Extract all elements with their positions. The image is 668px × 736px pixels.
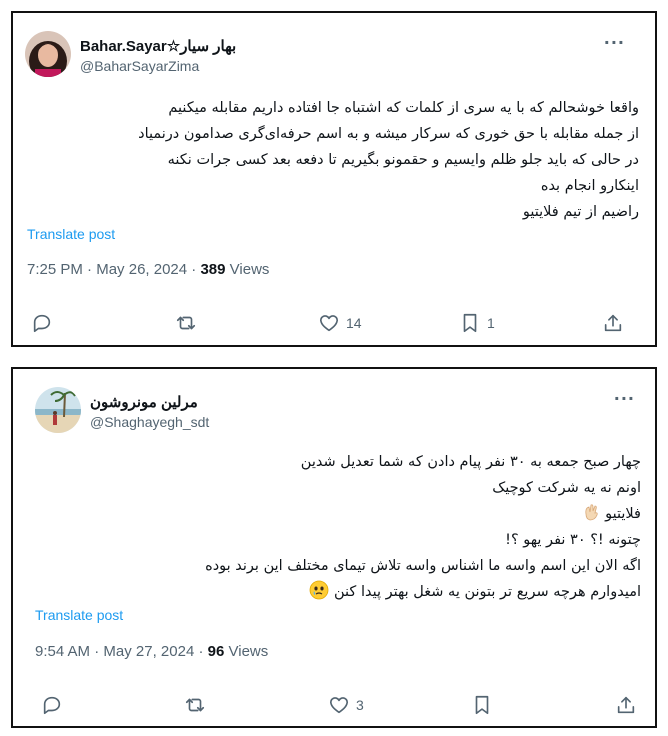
share-upload-icon	[617, 696, 635, 714]
tweet-line: از جمله مقابله با حق خوری که سرکار میشه …	[138, 126, 639, 142]
tweet-header: Bahar.Sayar☆بهار سیار @BaharSayarZima ··…	[25, 31, 643, 83]
post-meta: 7:25 PM · May 26, 2024 · 389 Views	[27, 261, 270, 278]
tweet-line: اگه الان این اسم واسه ما اشناس واسه تلاش…	[205, 558, 641, 574]
tweet-line: امیدوارم هرچه سریع تر بتونن یه شغل بهتر …	[25, 579, 641, 605]
views-count: 96	[207, 643, 225, 660]
tweet-line: فلایتیو	[25, 501, 641, 527]
repost-arrows-icon	[176, 316, 196, 330]
repost-button[interactable]	[184, 689, 206, 721]
translate-post-link[interactable]: Translate post	[35, 607, 123, 623]
tweet-header: مرلین مونروشون @Shaghayegh_sdt ···	[35, 387, 643, 439]
share-button[interactable]	[615, 689, 637, 721]
display-name[interactable]: Bahar.Sayar☆بهار سیار	[80, 37, 236, 55]
like-count: 3	[356, 697, 364, 713]
heart-icon	[329, 697, 349, 714]
tweet-line: چتونه !؟ ۳۰ نفر یهو ؟!	[505, 532, 641, 548]
post-date[interactable]: May 27, 2024	[103, 643, 194, 660]
reply-button[interactable]	[41, 689, 63, 721]
views-label: Views	[229, 261, 270, 278]
share-button[interactable]	[602, 307, 624, 339]
avatar[interactable]	[35, 387, 81, 433]
like-button[interactable]: 3	[328, 689, 364, 721]
user-handle[interactable]: @BaharSayarZima	[80, 58, 236, 74]
post-time[interactable]: 7:25 PM	[27, 261, 83, 278]
bookmark-icon	[475, 695, 489, 715]
display-name[interactable]: مرلین مونروشون	[90, 393, 209, 411]
more-dots-icon[interactable]: ···	[614, 391, 635, 407]
speech-bubble-icon	[33, 314, 51, 333]
holding-back-tears-emoji	[310, 580, 329, 600]
user-handle[interactable]: @Shaghayegh_sdt	[90, 414, 209, 430]
translate-post-link[interactable]: Translate post	[27, 226, 115, 242]
waving-hand-emoji	[584, 504, 598, 521]
post-date[interactable]: May 26, 2024	[96, 261, 187, 278]
avatar[interactable]	[25, 31, 71, 77]
action-bar: 14 1	[13, 307, 655, 339]
reply-button[interactable]	[31, 307, 53, 339]
views-label: Views	[228, 643, 269, 660]
share-upload-icon	[604, 314, 622, 332]
action-bar: 3	[13, 689, 655, 721]
heart-icon	[319, 315, 339, 332]
views-count: 389	[200, 261, 226, 278]
tweet-card[interactable]: مرلین مونروشون @Shaghayegh_sdt ··· چهار …	[11, 367, 657, 728]
tweet-line: اینکارو انجام بده	[540, 178, 639, 194]
tweet-line: واقعا خوشحالم که با یه سری از کلمات که ا…	[168, 100, 639, 116]
more-dots-icon[interactable]: ···	[604, 35, 625, 51]
bookmark-button[interactable]: 1	[459, 307, 495, 339]
repost-button[interactable]	[175, 307, 197, 339]
tweet-line: راضیم از تیم فلایتیو	[522, 204, 639, 220]
tweet-line: اونم نه یه شرکت کوچیک	[492, 480, 641, 496]
speech-bubble-icon	[43, 696, 61, 715]
bookmark-button[interactable]	[471, 689, 493, 721]
tweet-card[interactable]: Bahar.Sayar☆بهار سیار @BaharSayarZima ··…	[11, 11, 657, 347]
like-button[interactable]: 14	[318, 307, 362, 339]
tweet-line-text: فلایتیو	[605, 506, 641, 522]
like-count: 14	[346, 315, 362, 331]
bookmark-icon	[463, 313, 477, 333]
tweet-line-text: امیدوارم هرچه سریع تر بتونن یه شغل بهتر …	[334, 584, 641, 600]
post-time[interactable]: 9:54 AM	[35, 643, 90, 660]
bookmark-count: 1	[487, 315, 495, 331]
tweet-line: چهار صبح جمعه به ۳۰ نفر پیام دادن که شما…	[300, 454, 641, 470]
tweet-text: چهار صبح جمعه به ۳۰ نفر پیام دادن که شما…	[25, 449, 641, 605]
tweet-line: در حالی که باید جلو ظلم وایسیم و حقمونو …	[167, 152, 639, 168]
post-meta: 9:54 AM · May 27, 2024 · 96 Views	[35, 643, 269, 660]
tweet-text: واقعا خوشحالم که با یه سری از کلمات که ا…	[25, 95, 639, 225]
repost-arrows-icon	[185, 698, 205, 712]
